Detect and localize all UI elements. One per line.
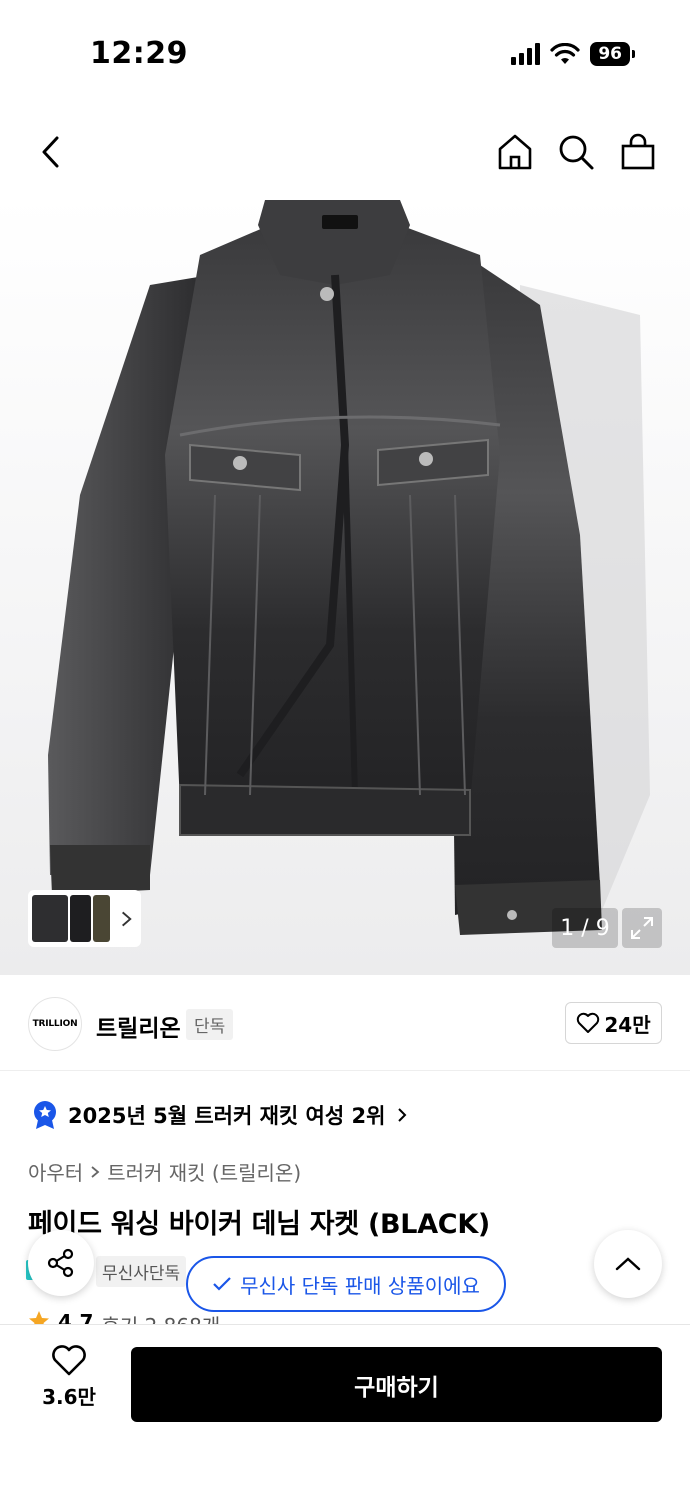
product-image-jacket: [48, 200, 650, 935]
ranking-link[interactable]: 2025년 5월 트러커 재킷 여성 2위: [32, 1100, 409, 1130]
brand-name[interactable]: 트릴리온: [96, 1009, 181, 1043]
product-like-count: 3.6만: [42, 1385, 96, 1409]
thumbnail-3[interactable]: [93, 895, 111, 942]
image-page-indicator: 1 / 9: [552, 908, 618, 948]
share-icon: [47, 1248, 74, 1278]
product-title: 페이드 워싱 바이커 데님 자켓 (BLACK): [28, 1209, 490, 1240]
toast-text: 무신사 단독 판매 상품이에요: [240, 1273, 480, 1298]
expand-image-button[interactable]: [622, 908, 662, 948]
back-icon: [42, 136, 59, 168]
product-like-button[interactable]: 3.6만: [38, 1345, 100, 1410]
chevron-right-icon: [91, 1165, 100, 1178]
bag-icon: [621, 133, 655, 170]
chevron-right-icon: [398, 1108, 407, 1122]
bottom-action-bar: 3.6만 구매하기: [0, 1324, 690, 1500]
scroll-to-top-button[interactable]: [594, 1230, 662, 1298]
exclusive-tag: 무신사단독: [96, 1256, 187, 1287]
status-indicators: 96: [511, 42, 635, 66]
ranking-badge-icon: [34, 1101, 56, 1129]
status-time: 12:29: [90, 36, 188, 71]
heart-icon: [52, 1345, 86, 1376]
status-bar: 12:29 96: [0, 0, 690, 110]
chevron-right-icon[interactable]: [116, 908, 137, 930]
home-icon: [498, 134, 532, 170]
breadcrumb-category[interactable]: 아우터: [28, 1157, 83, 1186]
expand-icon: [631, 917, 653, 939]
wifi-icon: [550, 43, 580, 64]
cart-button[interactable]: [616, 130, 660, 174]
battery-indicator: 96: [590, 42, 635, 66]
share-button[interactable]: [28, 1230, 94, 1296]
thumbnail-2[interactable]: [70, 895, 91, 942]
check-icon: [213, 1277, 231, 1291]
brand-logo[interactable]: TRILLION: [28, 997, 82, 1051]
thumbnail-strip[interactable]: [28, 890, 141, 947]
brand-row[interactable]: TRILLION 트릴리온 단독 24만: [0, 975, 690, 1071]
breadcrumb-subcategory[interactable]: 트러커 재킷 (트릴리온): [107, 1157, 301, 1186]
breadcrumb: 아우터 트러커 재킷 (트릴리온): [28, 1157, 301, 1186]
brand-like-button[interactable]: 24만: [565, 1002, 662, 1044]
product-image-gallery[interactable]: 1 / 9: [0, 195, 690, 975]
home-button[interactable]: [493, 130, 537, 174]
search-icon: [559, 135, 594, 170]
chevron-up-icon: [615, 1257, 641, 1271]
ranking-text: 2025년 5월 트러커 재킷 여성 2위: [68, 1104, 386, 1128]
brand-exclusive-badge: 단독: [186, 1009, 234, 1040]
heart-icon: [577, 1012, 600, 1033]
top-nav-bar: [0, 110, 690, 195]
exclusive-toast: 무신사 단독 판매 상품이에요: [186, 1256, 506, 1312]
search-button[interactable]: [554, 130, 598, 174]
thumbnail-1[interactable]: [32, 895, 69, 942]
cellular-signal-icon: [511, 43, 541, 65]
buy-button[interactable]: 구매하기: [131, 1347, 662, 1422]
back-button[interactable]: [30, 130, 70, 174]
brand-like-count: 24만: [604, 1012, 651, 1037]
